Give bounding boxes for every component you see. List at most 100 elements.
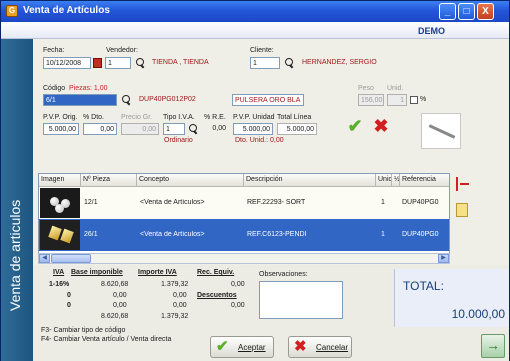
- col-half[interactable]: ½: [392, 174, 400, 187]
- tax-amount: 0,00: [173, 302, 187, 309]
- row-descripcion: REF.22293- SORT: [247, 199, 306, 206]
- cancel-line-icon[interactable]: ✖: [371, 117, 391, 135]
- tipo-iva-label: Tipo I.V.A.: [163, 114, 195, 121]
- tipo-iva-field[interactable]: 1: [163, 123, 185, 135]
- pvp-orig-label: P.V.P. Orig.: [43, 114, 78, 121]
- tax-req: 0,00: [231, 281, 245, 288]
- observaciones-label: Observaciones:: [259, 271, 308, 278]
- accept-button[interactable]: ✔ Aceptar: [210, 336, 274, 358]
- col-concepto[interactable]: Concepto: [137, 174, 244, 187]
- row-descripcion: REF.C6123-PENDI: [247, 231, 307, 238]
- confirm-line-icon[interactable]: ✔: [345, 117, 365, 135]
- vendedor-search-icon[interactable]: [135, 58, 146, 69]
- re-label: % R.E.: [204, 114, 226, 121]
- edit-row-icon[interactable]: [456, 203, 468, 217]
- descripcion-field[interactable]: PULSERA ORO BLA: [232, 94, 304, 106]
- precio-gr-field[interactable]: 0,00: [121, 123, 159, 135]
- tax-amount: 0,00: [173, 292, 187, 299]
- dto-unid-label: Dto. Unid.: 0,00: [235, 137, 284, 144]
- horizontal-scrollbar[interactable]: ◀ ▶: [38, 253, 450, 264]
- vendedor-name: TIENDA , TIENDA: [152, 59, 209, 66]
- col-unid[interactable]: Unid.: [376, 174, 392, 187]
- title-bar: G Venta de Artículos _ □ X: [1, 1, 509, 22]
- percent-checkbox[interactable]: [410, 96, 418, 104]
- col-imagen[interactable]: Imagen: [39, 174, 81, 187]
- delete-row-icon[interactable]: [456, 177, 469, 191]
- scroll-thumb[interactable]: [51, 254, 91, 263]
- dto-field[interactable]: 0,00: [83, 123, 117, 135]
- scroll-left-icon[interactable]: ◀: [39, 254, 50, 263]
- table-row[interactable]: 26/1 <Venta de Artículos> REF.C6123-PEND…: [39, 219, 449, 251]
- pvp-orig-field[interactable]: 5.000,00: [43, 123, 79, 135]
- product-image: [421, 113, 461, 149]
- fecha-label: Fecha:: [43, 47, 65, 54]
- side-banner: Venta de articulos: [1, 39, 33, 361]
- tax-header-base: Base imponible: [71, 269, 123, 276]
- check-icon: ✔: [216, 338, 229, 355]
- tipo-iva-name: Ordinario: [164, 137, 193, 144]
- tipo-iva-search-icon[interactable]: [188, 124, 199, 135]
- row-image: [40, 220, 80, 250]
- tax-rate: 1-16%: [49, 281, 70, 288]
- row-referencia: DUP40PG0: [402, 199, 439, 206]
- cancel-label: Cancelar: [316, 343, 349, 352]
- maximize-button[interactable]: □: [458, 3, 475, 20]
- codigo-reference: DUP40PG012P02: [139, 96, 196, 103]
- app-icon: G: [6, 5, 18, 17]
- cliente-code-field[interactable]: 1: [250, 57, 280, 69]
- close-button[interactable]: X: [477, 3, 494, 20]
- x-icon: ✖: [294, 338, 307, 355]
- codigo-field[interactable]: 6/1: [43, 94, 117, 106]
- tax-total-base: 8.620,68: [101, 313, 129, 320]
- tax-rate: 0: [67, 302, 71, 309]
- brand-strip: DEMO: [1, 22, 509, 39]
- calendar-icon[interactable]: [93, 58, 102, 68]
- table-row[interactable]: 12/1 <Venta de Artículos> REF.22293- SOR…: [39, 187, 449, 219]
- scroll-right-icon[interactable]: ▶: [438, 254, 449, 263]
- descuentos-label: Descuentos: [197, 292, 237, 299]
- col-referencia[interactable]: Referencia: [400, 174, 449, 187]
- accept-label: Aceptar: [238, 343, 266, 352]
- vendedor-label: Vendedor:: [106, 47, 138, 54]
- total-label: TOTAL:: [403, 279, 444, 293]
- row-image: [40, 188, 80, 218]
- percent-label: %: [420, 96, 427, 103]
- tax-header-importe: Importe IVA: [138, 269, 177, 276]
- side-banner-title: Venta de articulos: [7, 199, 23, 311]
- cliente-label: Cliente:: [250, 47, 274, 54]
- tax-base: 0,00: [113, 302, 127, 309]
- hint-f4: F4- Cambiar Venta artículo / Venta direc…: [41, 336, 172, 343]
- cancel-button[interactable]: ✖ Cancelar: [288, 336, 352, 358]
- tax-rate: 0: [67, 292, 71, 299]
- items-table: Imagen Nº Pieza Concepto Descripción Uni…: [38, 173, 450, 257]
- codigo-search-icon[interactable]: [121, 95, 132, 106]
- col-pieza[interactable]: Nº Pieza: [81, 174, 137, 187]
- precio-gr-label: Precio Gr.: [121, 114, 153, 121]
- pvp-unidad-label: P.V.P. Unidad: [233, 114, 275, 121]
- hint-f3: F3- Cambiar tipo de código: [41, 327, 126, 334]
- tax-base: 0,00: [113, 292, 127, 299]
- vendedor-code-field[interactable]: 1: [105, 57, 131, 69]
- col-descripcion[interactable]: Descripción: [244, 174, 376, 187]
- row-pieza: 26/1: [84, 231, 98, 238]
- row-pieza: 12/1: [84, 199, 98, 206]
- tax-total-amount: 1.379,32: [161, 313, 189, 320]
- row-referencia: DUP40PG0: [402, 231, 439, 238]
- total-value: 10.000,00: [451, 307, 505, 321]
- tax-base: 8.620,68: [101, 281, 129, 288]
- fecha-field[interactable]: 10/12/2008: [43, 57, 91, 69]
- observaciones-field[interactable]: [259, 281, 343, 319]
- window-title: Venta de Artículos: [23, 5, 110, 16]
- row-unid: 1: [381, 199, 385, 206]
- total-linea-label: Total Línea: [277, 114, 312, 121]
- pvp-unidad-field[interactable]: 5.000,00: [233, 123, 273, 135]
- minimize-button[interactable]: _: [439, 3, 456, 20]
- exit-icon[interactable]: [481, 334, 505, 358]
- window: G Venta de Artículos _ □ X DEMO Venta de…: [0, 0, 510, 361]
- row-unid: 1: [381, 231, 385, 238]
- cliente-search-icon[interactable]: [284, 58, 295, 69]
- peso-field[interactable]: 156,00: [358, 94, 384, 106]
- tax-header-req: Rec. Equiv.: [197, 269, 235, 276]
- unid-field[interactable]: 1: [387, 94, 407, 106]
- re-field[interactable]: 0,00: [204, 123, 228, 135]
